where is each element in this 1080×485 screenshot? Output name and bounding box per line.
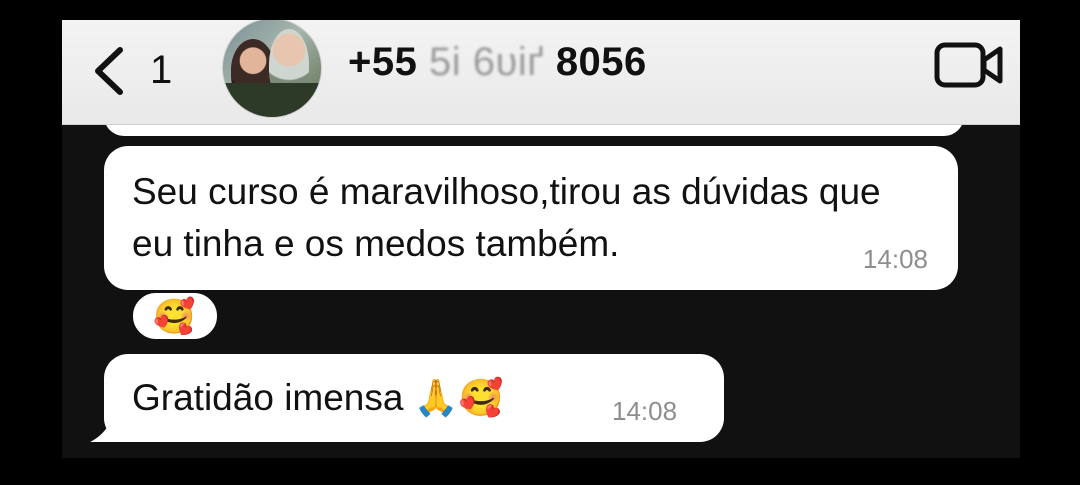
unread-count: 1 [150, 48, 173, 92]
avatar[interactable] [222, 20, 322, 118]
contact-obscured: 5і 6υіґ [428, 40, 545, 84]
message-emojis: 🙏🥰 [413, 377, 504, 418]
message-bubble[interactable]: Seu curso é maravilhoso,tirou as dúvidas… [104, 146, 958, 290]
chevron-left-icon [95, 47, 123, 95]
message-time: 14:08 [862, 244, 928, 274]
message-reaction[interactable]: 🥰 [130, 290, 220, 342]
contact-name[interactable]: +55 5і 6υіґ 8056 [348, 40, 647, 85]
chat-header: 1 +55 5і 6υіґ 8056 [62, 20, 1020, 125]
contact-suffix: 8056 [555, 40, 647, 84]
message-time: 14:08 [612, 396, 678, 426]
contact-prefix: +55 [348, 40, 418, 84]
back-button[interactable]: 1 [92, 40, 182, 100]
chat-screen: 1 +55 5і 6υіґ 8056 Seu curso é maravilho… [62, 20, 1020, 458]
message-text: Gratidão imensa [132, 377, 404, 418]
video-call-icon [934, 42, 1003, 88]
message-bubble[interactable]: Gratidão imensa 🙏🥰 14:08 [104, 354, 724, 442]
video-call-button[interactable] [934, 42, 1004, 88]
reaction-emoji: 🥰 [153, 298, 196, 336]
message-text: Seu curso é maravilhoso,tirou as dúvidas… [132, 171, 881, 264]
